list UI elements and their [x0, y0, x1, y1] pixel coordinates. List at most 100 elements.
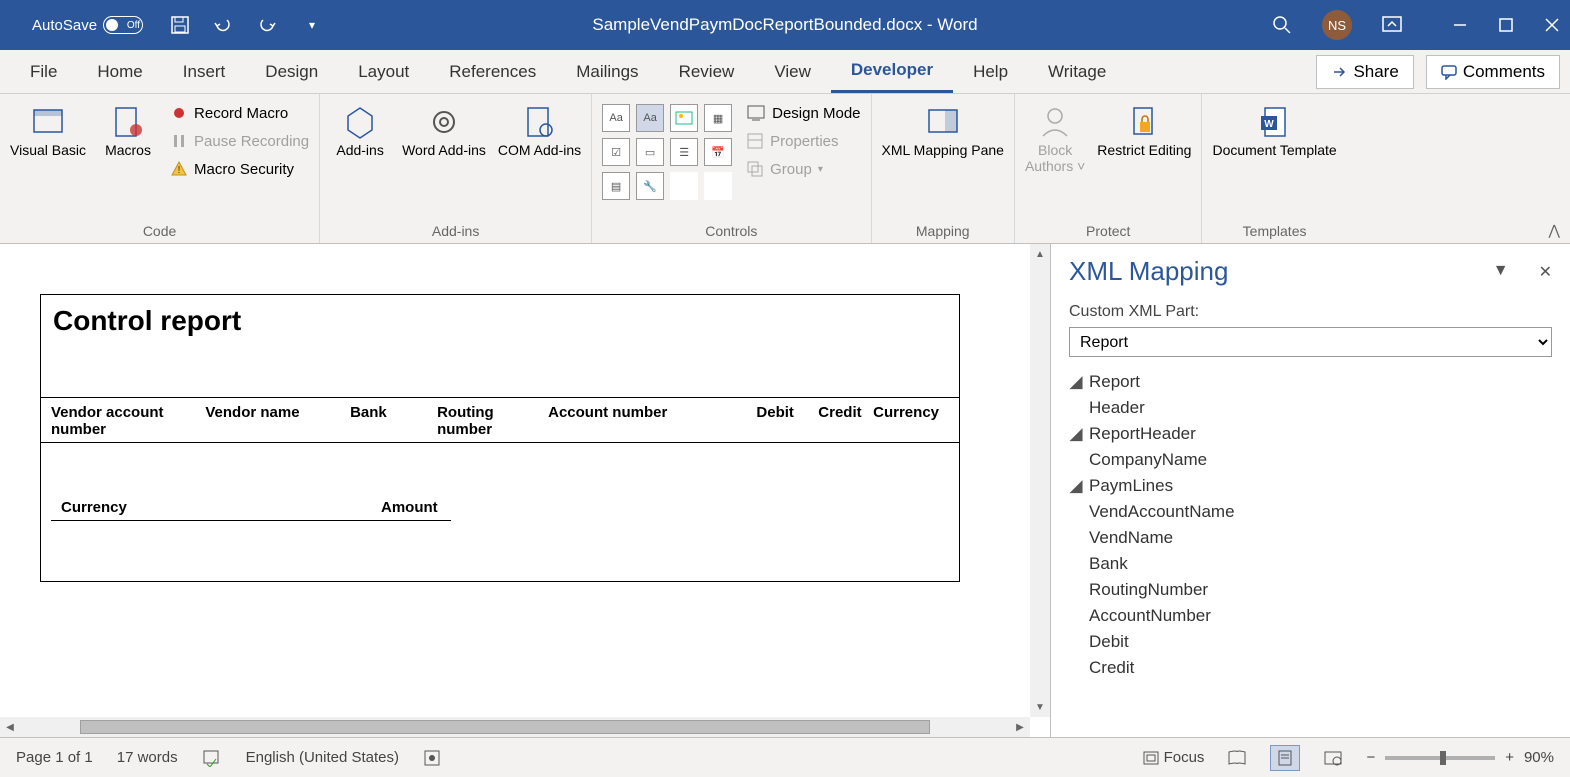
comments-button[interactable]: Comments — [1426, 55, 1560, 89]
checkbox-control-button[interactable]: ☑ — [602, 138, 630, 166]
pane-options-button[interactable]: ▼ — [1493, 262, 1509, 282]
document-area[interactable]: Control report Vendor account number Ven… — [0, 244, 1050, 737]
xml-tree: ◢Report Header ◢ReportHeader CompanyName… — [1069, 369, 1552, 681]
tab-help[interactable]: Help — [953, 50, 1028, 93]
tree-node-debit[interactable]: Debit — [1069, 629, 1552, 655]
pause-icon — [170, 132, 188, 150]
tree-node-report[interactable]: ◢Report — [1069, 369, 1552, 395]
tree-node-routingnumber[interactable]: RoutingNumber — [1069, 577, 1552, 603]
tab-layout[interactable]: Layout — [338, 50, 429, 93]
combobox-control-button[interactable]: ▭ — [636, 138, 664, 166]
restrict-editing-button[interactable]: Restrict Editing — [1097, 104, 1191, 158]
macro-recording-icon[interactable] — [423, 749, 441, 767]
tree-node-accountnumber[interactable]: AccountNumber — [1069, 603, 1552, 629]
word-addins-button[interactable]: Word Add-ins — [402, 104, 486, 158]
read-mode-button[interactable] — [1222, 745, 1252, 771]
controls-gallery: Aa Aa ▦ ☑ ▭ ☰ 📅 ▤ 🔧 — [602, 104, 734, 202]
ribbon-display-icon[interactable] — [1382, 16, 1402, 34]
tree-node-reportheader[interactable]: ◢ReportHeader — [1069, 421, 1552, 447]
horizontal-scrollbar[interactable]: ◀ ▶ — [0, 717, 1030, 737]
document-template-button[interactable]: W Document Template — [1212, 104, 1336, 158]
save-icon[interactable] — [169, 14, 191, 36]
customize-qat-icon[interactable]: ▾ — [301, 14, 323, 36]
collapse-ribbon-button[interactable]: ⋀ — [1539, 218, 1570, 243]
focus-mode-button[interactable]: Focus — [1142, 749, 1205, 766]
tree-node-bank[interactable]: Bank — [1069, 551, 1552, 577]
pane-close-button[interactable]: ✕ — [1539, 262, 1552, 282]
tab-design[interactable]: Design — [245, 50, 338, 93]
custom-xml-part-select[interactable]: Report — [1069, 327, 1552, 357]
addins-button[interactable]: Add-ins — [330, 104, 390, 158]
col-account-number: Account number — [548, 404, 707, 438]
vertical-scrollbar[interactable]: ▲ ▼ — [1030, 244, 1050, 717]
scroll-up-button[interactable]: ▲ — [1030, 244, 1050, 264]
zoom-thumb[interactable] — [1440, 751, 1446, 765]
visual-basic-button[interactable]: Visual Basic — [10, 104, 86, 158]
tab-review[interactable]: Review — [659, 50, 755, 93]
rich-text-control-button[interactable]: Aa — [602, 104, 630, 132]
share-button[interactable]: Share — [1316, 55, 1413, 89]
document-page: Control report Vendor account number Ven… — [0, 254, 1000, 622]
autosave-toggle[interactable]: Off — [103, 16, 143, 34]
zoom-out-button[interactable]: − — [1366, 749, 1375, 766]
repeating-section-control-button[interactable]: ▤ — [602, 172, 630, 200]
zoom-level[interactable]: 90% — [1524, 749, 1554, 766]
xml-mapping-pane-button[interactable]: XML Mapping Pane — [882, 104, 1004, 158]
building-block-control-button[interactable]: ▦ — [704, 104, 732, 132]
tree-node-credit[interactable]: Credit — [1069, 655, 1552, 681]
addins-icon — [342, 104, 378, 140]
tree-node-vendaccountname[interactable]: VendAccountName — [1069, 499, 1552, 525]
page-indicator[interactable]: Page 1 of 1 — [16, 749, 93, 766]
language-indicator[interactable]: English (United States) — [246, 749, 399, 766]
tab-writage[interactable]: Writage — [1028, 50, 1126, 93]
pane-title: XML Mapping — [1069, 256, 1228, 287]
plain-text-control-button[interactable]: Aa — [636, 104, 664, 132]
maximize-button[interactable] — [1498, 17, 1514, 33]
tree-node-paymlines[interactable]: ◢PaymLines — [1069, 473, 1552, 499]
close-button[interactable] — [1544, 17, 1560, 33]
picture-control-button[interactable] — [670, 104, 698, 132]
record-macro-button[interactable]: Record Macro — [170, 104, 309, 122]
autosave-control[interactable]: AutoSave Off — [32, 16, 143, 34]
tab-references[interactable]: References — [429, 50, 556, 93]
summary-row: Currency Amount — [51, 493, 451, 521]
web-layout-button[interactable] — [1318, 745, 1348, 771]
block-authors-icon — [1037, 104, 1073, 140]
tab-mailings[interactable]: Mailings — [556, 50, 658, 93]
focus-icon — [1142, 750, 1160, 766]
quick-access-toolbar: ▾ — [169, 14, 323, 36]
tab-insert[interactable]: Insert — [163, 50, 246, 93]
spellcheck-icon[interactable] — [202, 749, 222, 767]
tree-node-vendname[interactable]: VendName — [1069, 525, 1552, 551]
user-avatar[interactable]: NS — [1322, 10, 1352, 40]
comment-icon — [1441, 64, 1457, 80]
tab-file[interactable]: File — [10, 50, 77, 93]
tab-developer[interactable]: Developer — [831, 50, 953, 93]
macros-button[interactable]: Macros — [98, 104, 158, 158]
search-icon[interactable] — [1272, 15, 1292, 35]
design-mode-button[interactable]: Design Mode — [746, 104, 860, 122]
zoom-in-button[interactable]: + — [1505, 749, 1514, 766]
macro-security-button[interactable]: ! Macro Security — [170, 160, 309, 178]
date-picker-control-button[interactable]: 📅 — [704, 138, 732, 166]
group-label-controls: Controls — [602, 219, 860, 243]
dropdown-control-button[interactable]: ☰ — [670, 138, 698, 166]
tree-node-companyname[interactable]: CompanyName — [1069, 447, 1552, 473]
undo-icon[interactable] — [213, 14, 235, 36]
zoom-slider[interactable] — [1385, 756, 1495, 760]
scroll-left-button[interactable]: ◀ — [0, 717, 20, 737]
minimize-button[interactable] — [1452, 17, 1468, 33]
com-addins-button[interactable]: COM Add-ins — [498, 104, 581, 158]
xml-mapping-pane: XML Mapping ▼ ✕ Custom XML Part: Report … — [1050, 244, 1570, 737]
scroll-right-button[interactable]: ▶ — [1010, 717, 1030, 737]
legacy-tools-button[interactable]: 🔧 — [636, 172, 664, 200]
tab-view[interactable]: View — [754, 50, 831, 93]
tab-home[interactable]: Home — [77, 50, 162, 93]
group-label-mapping: Mapping — [882, 219, 1004, 243]
hscroll-thumb[interactable] — [80, 720, 930, 734]
scroll-down-button[interactable]: ▼ — [1030, 697, 1050, 717]
tree-node-header[interactable]: Header — [1069, 395, 1552, 421]
redo-icon[interactable] — [257, 14, 279, 36]
word-count[interactable]: 17 words — [117, 749, 178, 766]
print-layout-button[interactable] — [1270, 745, 1300, 771]
